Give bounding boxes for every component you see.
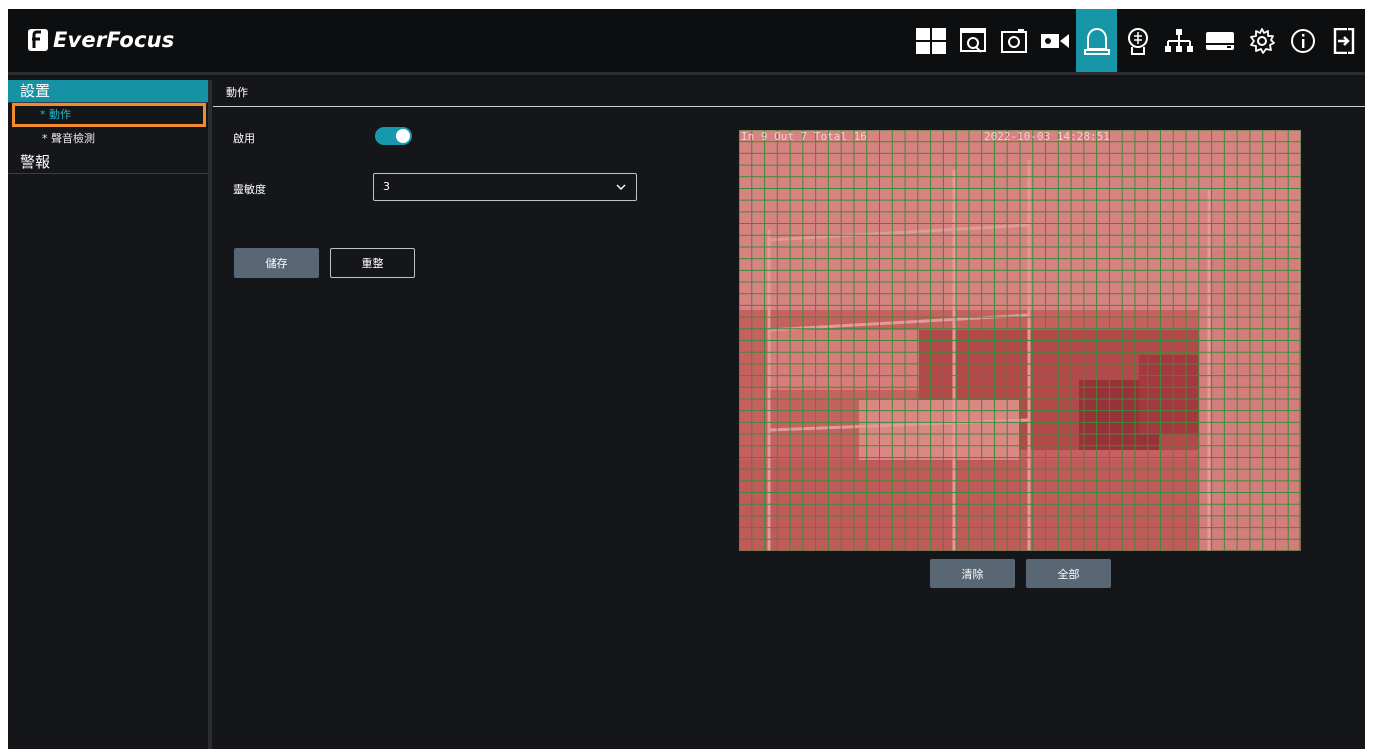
sidebar-group-alarm[interactable]: 警報 — [8, 151, 208, 174]
storage-icon[interactable] — [1200, 9, 1241, 72]
sidebar: 設置 * 動作 * 聲音檢測 警報 — [8, 80, 212, 749]
alarm-icon[interactable] — [1075, 9, 1118, 72]
camera-scene — [739, 130, 1301, 551]
sensitivity-select[interactable]: 3 — [373, 173, 637, 201]
timestamp-overlay: 2022-10-03 14:28:51 — [984, 130, 1110, 143]
save-button[interactable]: 儲存 — [234, 248, 319, 278]
top-bar: EverFocus — [8, 9, 1365, 75]
select-all-button[interactable]: 全部 — [1026, 559, 1111, 588]
settings-gear-icon[interactable] — [1241, 9, 1282, 72]
clear-button[interactable]: 清除 — [930, 559, 1015, 588]
sensitivity-label: 靈敏度 — [233, 183, 266, 196]
toggle-knob — [396, 129, 410, 143]
enable-label: 啟用 — [233, 132, 255, 145]
top-nav — [911, 9, 1365, 72]
motion-preview[interactable]: In 9 Out 7 Total 16 2022-10-03 14:28:51 — [739, 130, 1301, 551]
logo-mark-icon — [28, 29, 48, 51]
sensitivity-value: 3 — [383, 180, 390, 193]
ai-face-icon[interactable] — [1117, 9, 1158, 72]
main-panel: 動作 啟用 靈敏度 3 儲存 重整 In 9 Out 7 Total 16 20… — [213, 80, 1365, 749]
sidebar-group-setup[interactable]: 設置 — [8, 80, 208, 103]
sidebar-item-audio-detection[interactable]: * 聲音檢測 — [8, 127, 208, 151]
playback-icon[interactable] — [952, 9, 993, 72]
enable-toggle[interactable] — [375, 127, 412, 145]
snapshot-icon[interactable] — [993, 9, 1034, 72]
brand-logo: EverFocus — [28, 23, 174, 57]
network-icon[interactable] — [1159, 9, 1200, 72]
app-window: EverFocus 設置 * 動作 * 聲音檢測 警報 動作 啟用 靈敏度 3 … — [8, 9, 1365, 749]
section-title: 動作 — [213, 80, 1365, 107]
people-count-overlay: In 9 Out 7 Total 16 — [741, 130, 867, 143]
camera-icon[interactable] — [1035, 9, 1076, 72]
logout-icon[interactable] — [1324, 9, 1365, 72]
chevron-down-icon — [616, 184, 626, 190]
sidebar-item-motion[interactable]: * 動作 — [12, 103, 206, 127]
reset-button[interactable]: 重整 — [330, 248, 415, 278]
layout-grid-icon[interactable] — [911, 9, 952, 72]
brand-name: EverFocus — [53, 28, 175, 52]
info-icon[interactable] — [1282, 9, 1323, 72]
